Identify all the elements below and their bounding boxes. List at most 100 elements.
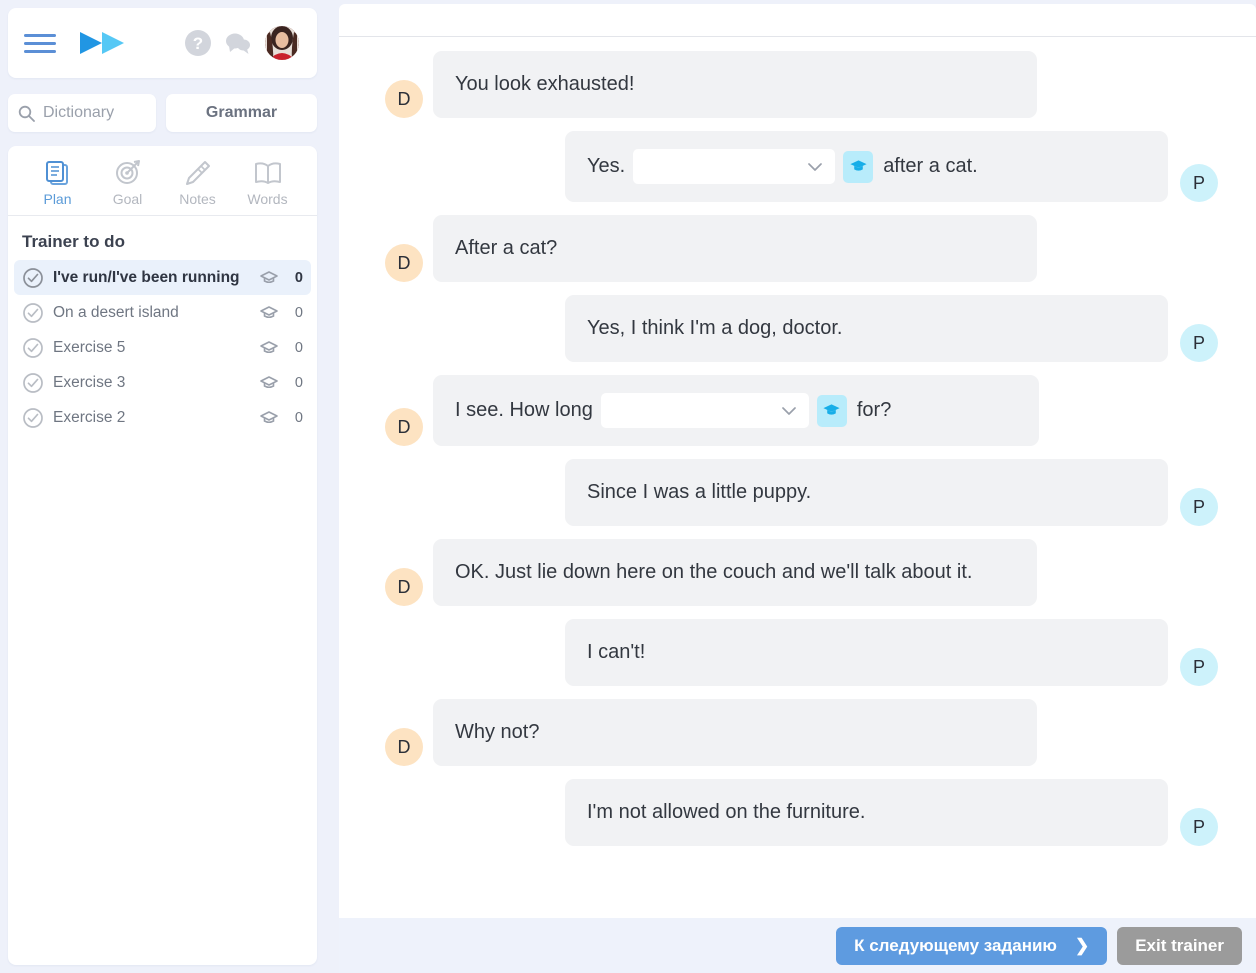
gap-pre-text: I see. How long — [455, 399, 593, 421]
top-bar: ? — [8, 8, 317, 78]
chat-message: Yes. after a cat. P — [385, 131, 1218, 202]
chat-message: Since I was a little puppy. P — [385, 459, 1218, 526]
message-bubble: I'm not allowed on the furniture. — [565, 779, 1168, 846]
book-icon — [253, 158, 283, 188]
tab-goal-label: Goal — [112, 191, 143, 207]
search-icon — [18, 105, 35, 122]
doctor-avatar: D — [385, 244, 423, 282]
todo-item-label: Exercise 3 — [53, 373, 126, 391]
panel-tabs: Plan Goal Notes Words — [8, 146, 317, 216]
todo-list: I've run/I've been running 0 On a desert… — [8, 260, 317, 435]
target-icon — [113, 158, 143, 188]
tab-plan-label: Plan — [43, 191, 72, 207]
exit-trainer-button[interactable]: Exit trainer — [1117, 926, 1242, 965]
search-row: Dictionary Grammar — [8, 94, 317, 132]
next-task-label: К следующему заданию — [854, 935, 1057, 955]
doctor-avatar: D — [385, 408, 423, 446]
gap-dropdown-1[interactable] — [633, 149, 836, 184]
hint-graduation-cap-icon[interactable] — [843, 150, 874, 183]
message-bubble: OK. Just lie down here on the couch and … — [433, 539, 1037, 606]
gap-post-text: after a cat. — [883, 155, 978, 177]
todo-item-count: 0 — [294, 339, 303, 356]
tab-words-label: Words — [247, 191, 288, 207]
todo-item-count: 0 — [294, 304, 303, 321]
dictionary-search-input[interactable]: Dictionary — [8, 94, 156, 132]
todo-item-count: 0 — [294, 269, 303, 286]
check-circle-icon — [22, 407, 44, 429]
todo-section-title: Trainer to do — [22, 232, 125, 251]
graduation-cap-icon — [259, 373, 279, 393]
tab-notes[interactable]: Notes — [167, 158, 229, 207]
footer-bar: К следующему заданию ❯ Exit trainer — [339, 918, 1256, 973]
patient-avatar: P — [1180, 648, 1218, 686]
message-bubble: After a cat? — [433, 215, 1037, 282]
message-bubble: Yes, I think I'm a dog, doctor. — [565, 295, 1168, 362]
chat-message: I'm not allowed on the furniture. P — [385, 779, 1218, 846]
chat-message: D OK. Just lie down here on the couch an… — [385, 539, 1218, 606]
gap-post-text: for? — [856, 399, 892, 421]
patient-avatar: P — [1180, 808, 1218, 846]
topbar-actions: ? — [185, 26, 299, 60]
graduation-cap-icon — [259, 408, 279, 428]
gap-pre-text: Yes. — [587, 155, 626, 177]
main-area: D You look exhausted! Yes. after a cat. … — [325, 0, 1256, 973]
chat-message: D Why not? — [385, 699, 1218, 766]
tab-goal[interactable]: Goal — [97, 158, 159, 207]
hint-graduation-cap-icon[interactable] — [816, 394, 847, 427]
chat-header-divider — [339, 4, 1256, 37]
tab-words[interactable]: Words — [237, 158, 299, 207]
todo-item-label: On a desert island — [53, 303, 179, 321]
chat-panel: D You look exhausted! Yes. after a cat. … — [339, 4, 1256, 918]
todo-item-label: Exercise 5 — [53, 338, 126, 356]
chat-message: D I see. How long for? — [385, 375, 1218, 446]
todo-item-label: Exercise 2 — [53, 408, 126, 426]
message-bubble-with-gap: Yes. after a cat. — [565, 131, 1168, 202]
chat-message-list: D You look exhausted! Yes. after a cat. … — [339, 37, 1256, 918]
graduation-cap-icon — [259, 303, 279, 323]
patient-avatar: P — [1180, 324, 1218, 362]
todo-item-3[interactable]: Exercise 3 0 — [14, 365, 311, 400]
message-bubble: Why not? — [433, 699, 1037, 766]
app-root: ? Dictionary Grammar Plan Goal Notes Wor… — [0, 0, 1256, 973]
chevron-down-icon — [808, 162, 823, 171]
tab-notes-label: Notes — [179, 191, 216, 207]
pencil-icon — [183, 158, 213, 188]
user-avatar[interactable] — [265, 26, 299, 60]
message-bubble: Since I was a little puppy. — [565, 459, 1168, 526]
hamburger-menu-icon[interactable] — [24, 31, 56, 55]
doctor-avatar: D — [385, 80, 423, 118]
gap-dropdown-2[interactable] — [600, 393, 809, 428]
chevron-down-icon — [782, 406, 796, 415]
todo-item-label: I've run/I've been running — [53, 268, 240, 286]
chat-message: I can't! P — [385, 619, 1218, 686]
patient-avatar: P — [1180, 164, 1218, 202]
chat-message: D After a cat? — [385, 215, 1218, 282]
todo-item-1[interactable]: On a desert island 0 — [14, 295, 311, 330]
check-circle-icon — [22, 372, 44, 394]
check-circle-icon — [22, 267, 44, 289]
patient-avatar: P — [1180, 488, 1218, 526]
left-sidebar: ? Dictionary Grammar Plan Goal Notes Wor… — [0, 0, 325, 973]
plan-panel: Plan Goal Notes Words Trainer to do I've… — [8, 146, 317, 965]
fast-forward-logo-icon[interactable] — [78, 29, 126, 57]
graduation-cap-icon — [259, 338, 279, 358]
help-glyph: ? — [185, 30, 211, 56]
chat-message: D You look exhausted! — [385, 51, 1218, 118]
todo-item-4[interactable]: Exercise 2 0 — [14, 400, 311, 435]
message-bubble-with-gap: I see. How long for? — [433, 375, 1039, 446]
tab-plan[interactable]: Plan — [27, 158, 89, 207]
todo-item-count: 0 — [294, 374, 303, 391]
chat-bubbles-icon[interactable] — [225, 30, 251, 56]
graduation-cap-icon — [259, 268, 279, 288]
check-circle-icon — [22, 302, 44, 324]
help-icon[interactable]: ? — [185, 30, 211, 56]
next-task-button[interactable]: К следующему заданию ❯ — [836, 926, 1108, 965]
grammar-button[interactable]: Grammar — [166, 94, 317, 132]
chat-message: Yes, I think I'm a dog, doctor. P — [385, 295, 1218, 362]
todo-item-0[interactable]: I've run/I've been running 0 — [14, 260, 311, 295]
dictionary-placeholder: Dictionary — [43, 104, 115, 121]
message-bubble: You look exhausted! — [433, 51, 1037, 118]
chevron-right-icon: ❯ — [1074, 935, 1090, 955]
todo-item-2[interactable]: Exercise 5 0 — [14, 330, 311, 365]
check-circle-icon — [22, 337, 44, 359]
